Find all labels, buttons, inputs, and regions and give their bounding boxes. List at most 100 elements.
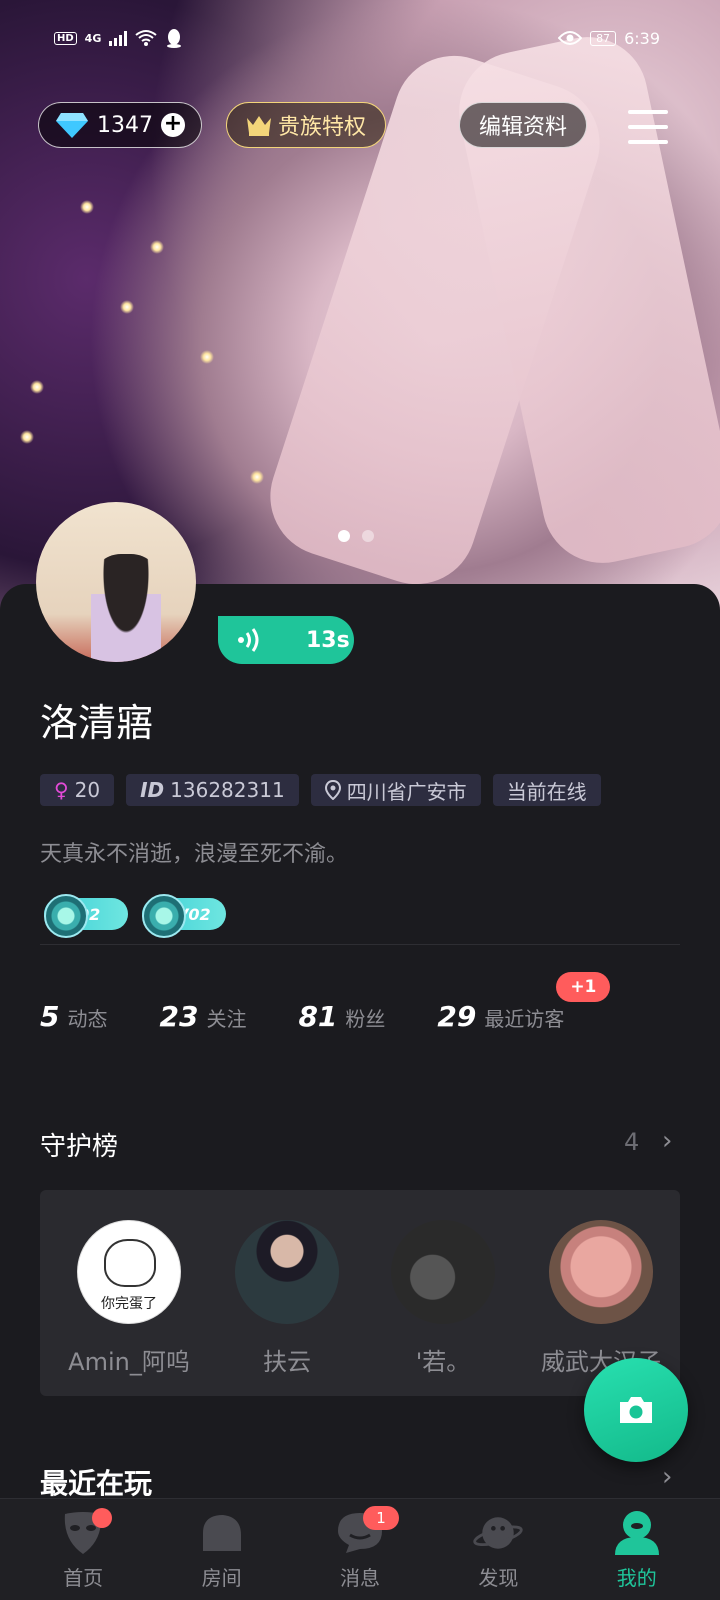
guardian-name: Amin_阿呜 <box>68 1348 190 1376</box>
avatar-caption: 你完蛋了 <box>101 1296 157 1312</box>
female-icon: ♀ <box>54 778 69 802</box>
guardian-member[interactable]: 你完蛋了 Amin_阿呜 <box>54 1220 204 1377</box>
guardian-name: '若。 <box>415 1348 471 1376</box>
guardian-avatar <box>235 1220 339 1324</box>
noble-privilege-button[interactable]: 贵族特权 <box>226 102 386 148</box>
vip-level-badge[interactable]: V02 <box>142 894 226 938</box>
stat-visitors-count: 29 <box>437 1000 477 1033</box>
location-value: 四川省广安市 <box>346 779 467 804</box>
divider <box>40 944 680 945</box>
online-status: 当前在线 <box>506 779 587 804</box>
qq-icon <box>167 29 182 48</box>
stat-posts-label: 动态 <box>67 1007 108 1031</box>
new-visitor-badge: +1 <box>556 972 611 1002</box>
planet-icon <box>473 1508 524 1558</box>
stat-visitors[interactable]: 29 最近访客 +1 <box>437 972 611 1033</box>
camera-icon <box>620 1397 652 1423</box>
stat-following[interactable]: 23 关注 <box>159 1000 246 1033</box>
sparkle <box>20 430 34 444</box>
age-value: 20 <box>74 778 101 802</box>
status-bar: HD 4G 87 6:39 <box>0 20 720 56</box>
sparkle <box>250 470 264 484</box>
id-tag[interactable]: ID 136282311 <box>126 774 299 806</box>
profile-tags: ♀ 20 ID 136282311 四川省广安市 当前在线 <box>40 774 601 806</box>
nav-home-label: 首页 <box>63 1566 104 1590</box>
camera-button[interactable] <box>584 1358 688 1462</box>
unread-messages-badge: 1 <box>362 1506 399 1530</box>
nav-messages-label: 消息 <box>339 1566 380 1590</box>
sparkle <box>200 350 214 364</box>
guardian-member[interactable]: 威武大汉子 <box>526 1220 676 1377</box>
id-icon: ID <box>140 778 165 802</box>
nav-me-label: 我的 <box>616 1566 657 1590</box>
nav-room[interactable]: 房间 <box>167 1508 277 1591</box>
stat-posts-count: 5 <box>40 1000 60 1033</box>
add-diamond-icon[interactable]: + <box>161 113 185 137</box>
hd-indicator: HD <box>54 31 77 45</box>
carousel-dot <box>362 530 374 542</box>
avatar-person <box>91 554 161 662</box>
signal-icon <box>109 30 128 46</box>
diamond-balance-button[interactable]: 1347 + <box>38 102 202 148</box>
recently-played-title: 最近在玩 <box>40 1467 153 1500</box>
hamster-drawing <box>104 1239 156 1287</box>
id-value: 136282311 <box>170 778 285 802</box>
voice-intro-button[interactable]: 13s <box>218 616 354 664</box>
network-type: 4G <box>84 31 102 45</box>
carousel-indicator <box>338 530 374 542</box>
stat-following-count: 23 <box>159 1000 199 1033</box>
bottom-nav: 首页 房间 1 消息 发现 我的 <box>0 1498 720 1600</box>
top-action-bar: 1347 + 贵族特权 编辑资料 <box>38 102 678 150</box>
notification-dot <box>92 1508 113 1528</box>
guardian-list: 你完蛋了 Amin_阿呜 扶云 '若。 威武大汉子 <box>40 1190 680 1396</box>
sparkle <box>150 240 164 254</box>
age-tag: ♀ 20 <box>40 774 115 806</box>
online-status-tag: 当前在线 <box>492 774 601 806</box>
carousel-dot-active <box>338 530 350 542</box>
menu-icon[interactable] <box>628 110 668 144</box>
guardian-member[interactable]: 扶云 <box>212 1220 362 1377</box>
profile-bio: 天真永不消逝，浪漫至死不渝。 <box>40 842 349 867</box>
guardian-name: 扶云 <box>263 1348 311 1376</box>
crown-icon <box>246 116 271 136</box>
nav-discover-label: 发现 <box>478 1566 519 1590</box>
level-badges: 02 V02 <box>44 894 226 938</box>
chevron-right-icon[interactable]: › <box>662 1462 672 1492</box>
profile-stats: 5 动态 23 关注 81 粉丝 29 最近访客 +1 <box>40 972 616 1033</box>
edit-profile-button[interactable]: 编辑资料 <box>459 102 587 148</box>
guardian-avatar <box>391 1220 495 1324</box>
diamond-icon <box>56 113 88 138</box>
room-icon <box>197 1508 247 1558</box>
nav-messages[interactable]: 1 消息 <box>305 1506 415 1591</box>
edit-profile-label: 编辑资料 <box>478 115 567 140</box>
battery-icon: 87 <box>590 30 617 46</box>
chevron-right-icon[interactable]: › <box>662 1126 672 1156</box>
stat-posts[interactable]: 5 动态 <box>40 1000 107 1033</box>
noble-label: 贵族特权 <box>277 115 366 140</box>
wealth-level-badge[interactable]: 02 <box>44 894 128 938</box>
guardian-count[interactable]: 4 <box>624 1128 639 1156</box>
location-tag: 四川省广安市 <box>310 774 481 806</box>
stat-fans[interactable]: 81 粉丝 <box>298 1000 385 1033</box>
sparkle <box>120 300 134 314</box>
guardian-ranking-title: 守护榜 <box>40 1132 119 1162</box>
location-pin-icon <box>324 780 341 800</box>
clock: 6:39 <box>624 28 660 48</box>
nav-discover[interactable]: 发现 <box>443 1508 553 1591</box>
stat-fans-label: 粉丝 <box>345 1007 386 1031</box>
guardian-avatar <box>549 1220 653 1324</box>
avatar[interactable] <box>36 502 196 662</box>
nav-home[interactable]: 首页 <box>28 1508 138 1591</box>
wealth-level-label: 02 <box>78 904 101 924</box>
nav-room-label: 房间 <box>201 1566 242 1590</box>
guardian-member[interactable]: '若。 <box>368 1220 518 1377</box>
diamond-count: 1347 <box>97 112 153 138</box>
sparkle <box>30 380 44 394</box>
stat-fans-count: 81 <box>298 1000 338 1033</box>
wifi-icon <box>135 30 157 46</box>
voice-duration: 13s <box>306 627 350 653</box>
nav-me[interactable]: 我的 <box>582 1508 692 1591</box>
profile-name: 洛清寤 <box>40 701 155 745</box>
vip-level-label: V02 <box>176 904 211 924</box>
stat-visitors-label: 最近访客 <box>484 1007 565 1031</box>
